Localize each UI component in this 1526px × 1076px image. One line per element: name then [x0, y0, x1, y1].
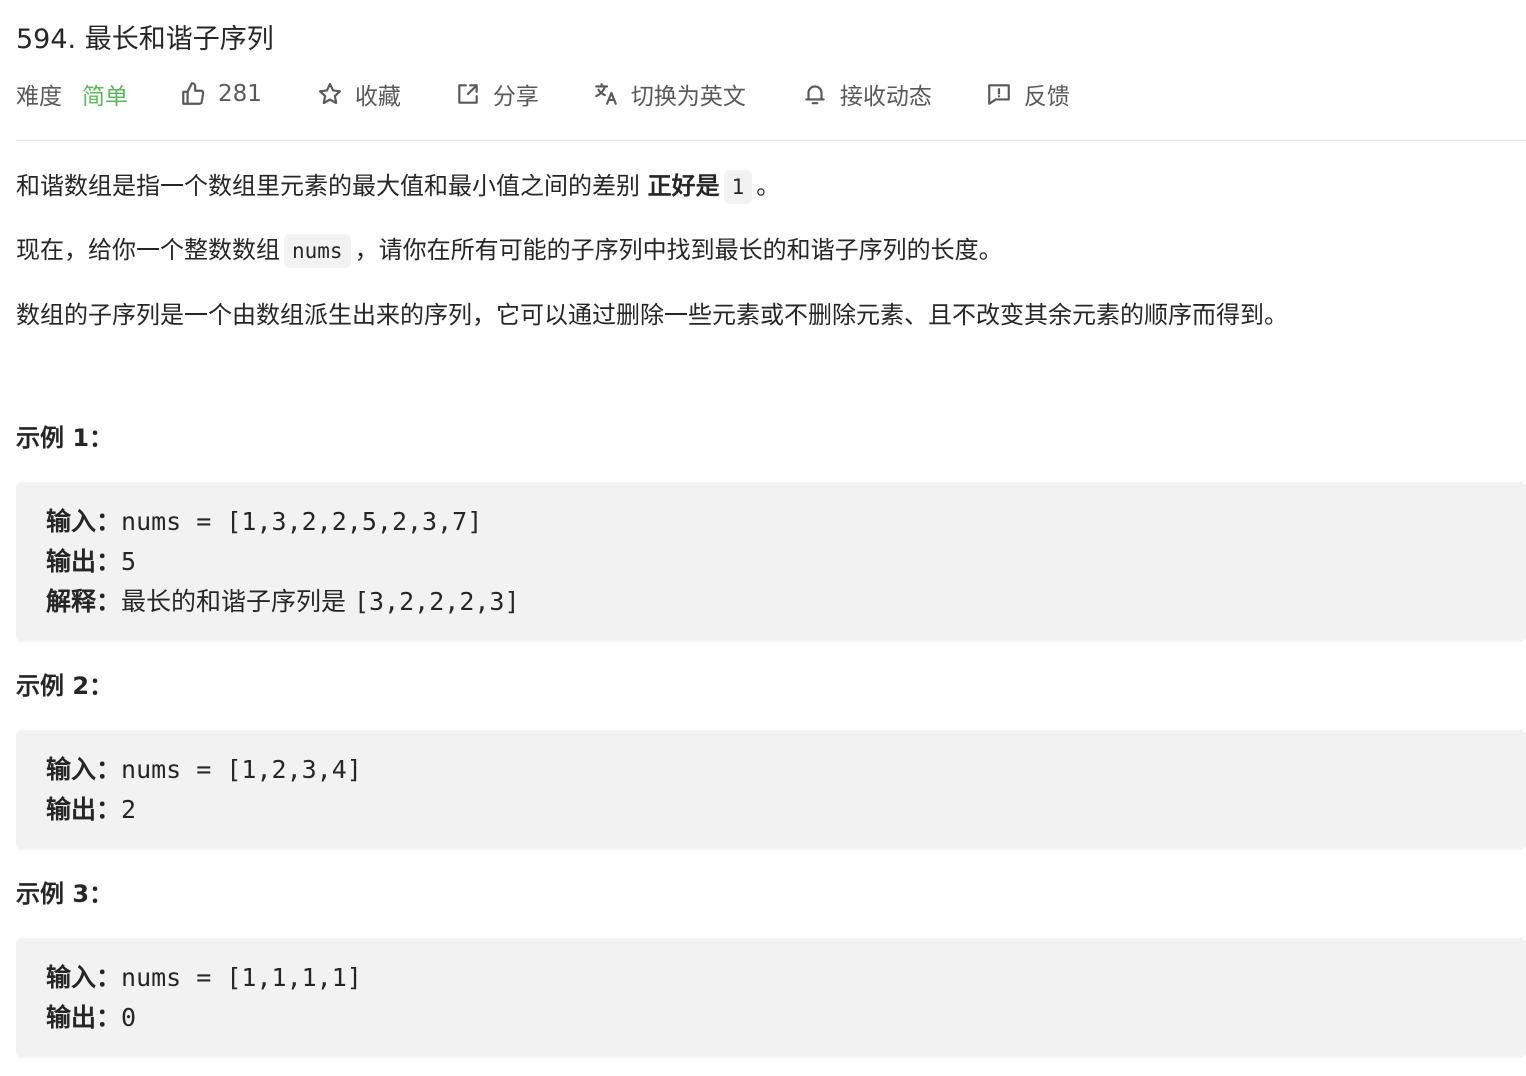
- input-value: nums = [1,2,3,4]: [121, 755, 362, 784]
- example-output-line: 输出：2: [46, 790, 1496, 830]
- subscribe-label: 接收动态: [839, 84, 932, 110]
- feedback-icon: [988, 84, 1010, 105]
- inline-code: nums: [284, 234, 351, 268]
- description-paragraph-3: 数组的子序列是一个由数组派生出来的序列，它可以通过删除一些元素或不删除元素、且不…: [16, 301, 1288, 329]
- example-input-line: 输入：nums = [1,2,3,4]: [46, 750, 1496, 790]
- difficulty-label: 难度: [16, 84, 62, 110]
- explain-code: [3,2,2,2,3]: [353, 587, 520, 616]
- share-label: 分享: [492, 84, 539, 110]
- like-button[interactable]: 281: [180, 81, 262, 107]
- example-title: 示例 2：: [16, 672, 114, 700]
- subscribe-button[interactable]: 接收动态: [802, 77, 932, 111]
- feedback-label: 反馈: [1023, 84, 1070, 110]
- translate-icon: [595, 83, 617, 105]
- description-paragraph-1: 和谐数组是指一个数组里元素的最大值和最小值之间的差别 正好是 1。: [16, 168, 780, 204]
- input-label: 输入：: [46, 755, 122, 784]
- output-label: 输出：: [46, 547, 122, 576]
- description-bold: 正好是: [647, 172, 720, 200]
- feedback-button[interactable]: 反馈: [986, 77, 1070, 111]
- translate-label: 切换为英文: [630, 84, 746, 110]
- favorite-button[interactable]: 收藏: [317, 77, 401, 111]
- input-value: nums = [1,1,1,1]: [121, 963, 362, 992]
- example-title: 示例 3：: [16, 880, 114, 908]
- input-value: nums = [1,3,2,2,5,2,3,7]: [121, 507, 483, 536]
- example-code-block: 输入：nums = [1,3,2,2,5,2,3,7] 输出：5 解释：最长的和…: [16, 482, 1526, 642]
- description-paragraph-2: 现在，给你一个整数数组 nums ，请你在所有可能的子序列中找到最长的和谐子序列的长…: [16, 232, 1003, 268]
- description-text: 现在，给你一个整数数组: [16, 236, 280, 264]
- problem-title: 594. 最长和谐子序列: [16, 24, 274, 55]
- input-label: 输入：: [46, 507, 122, 536]
- output-label: 输出：: [46, 795, 122, 824]
- example-code-block: 输入：nums = [1,1,1,1] 输出：0: [16, 938, 1526, 1058]
- output-label: 输出：: [46, 1003, 122, 1032]
- description-text: 。: [756, 172, 781, 200]
- star-icon: [318, 82, 341, 105]
- example-code-block: 输入：nums = [1,2,3,4] 输出：2: [16, 730, 1526, 850]
- example-output-line: 输出：5: [46, 542, 1496, 582]
- difficulty-value: 简单: [82, 84, 128, 110]
- bell-icon: [805, 85, 825, 105]
- example-input-line: 输入：nums = [1,3,2,2,5,2,3,7]: [46, 502, 1496, 542]
- thumbs-up-icon: [182, 82, 205, 105]
- output-value: 2: [121, 795, 137, 824]
- example-input-line: 输入：nums = [1,1,1,1]: [46, 958, 1496, 998]
- explain-label: 解释：: [46, 587, 122, 616]
- description-text: ，请你在所有可能的子序列中找到最长的和谐子序列的长度。: [354, 236, 1003, 264]
- example-explain-line: 解释：最长的和谐子序列是 [3,2,2,2,3]: [46, 582, 1496, 622]
- like-count: 281: [218, 81, 262, 107]
- translate-button[interactable]: 切换为英文: [593, 77, 746, 111]
- explain-text: 最长的和谐子序列是: [121, 587, 354, 616]
- share-icon: [458, 84, 478, 104]
- output-value: 5: [121, 547, 137, 576]
- input-label: 输入：: [46, 963, 122, 992]
- share-button[interactable]: 分享: [455, 77, 539, 111]
- example-title: 示例 1：: [16, 424, 114, 452]
- description-text: 和谐数组是指一个数组里元素的最大值和最小值之间的差别: [16, 172, 648, 200]
- inline-code: 1: [723, 170, 753, 204]
- example-output-line: 输出：0: [46, 998, 1496, 1038]
- problem-meta-bar: 难度 简单 281 收藏 分享 切换为英文 接收动态 反馈: [16, 74, 1070, 114]
- divider: [16, 140, 1526, 141]
- favorite-label: 收藏: [354, 84, 401, 110]
- output-value: 0: [121, 1003, 137, 1032]
